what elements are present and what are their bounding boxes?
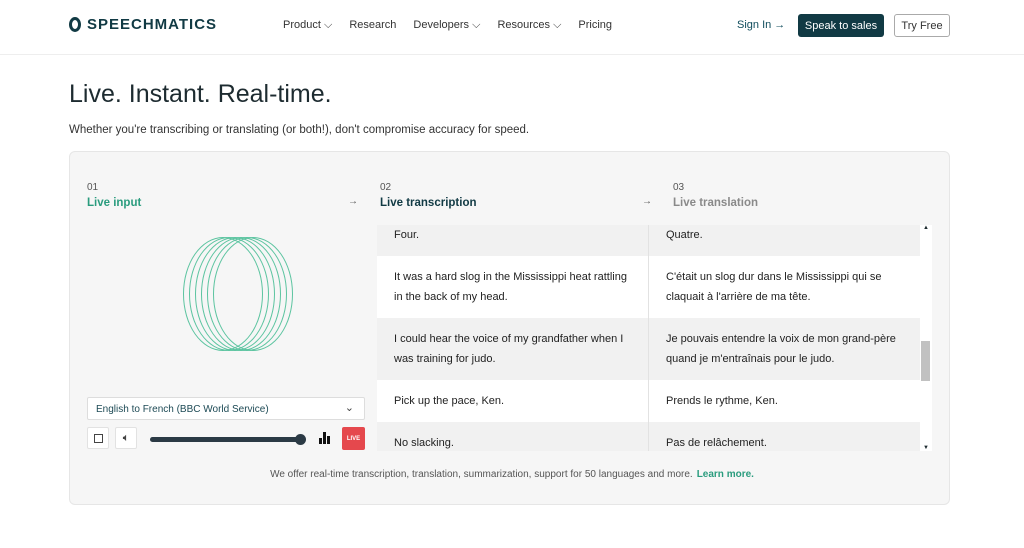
nav-developers[interactable]: Developers ⌵: [413, 19, 480, 32]
brand-name: SPEECHMATICS: [87, 16, 218, 33]
translation-cell: Prends le rythme, Ken.: [666, 395, 778, 407]
translation-cell: Quatre.: [666, 229, 703, 241]
brand-logo[interactable]: SPEECHMATICS: [69, 16, 217, 33]
scroll-down-icon[interactable]: ▼: [923, 445, 929, 451]
sign-in-link[interactable]: Sign In →: [737, 19, 785, 31]
translation-cell: C'était un slog dur dans le Mississippi …: [666, 271, 882, 303]
slider-handle[interactable]: [295, 434, 306, 445]
live-badge[interactable]: LIVE: [342, 427, 365, 450]
step-1-label: Live input: [87, 197, 142, 209]
transcription-cell: I could hear the voice of my grandfather…: [377, 318, 649, 380]
stop-button[interactable]: [87, 427, 109, 449]
step-3-number: 03: [673, 182, 685, 193]
footer-note: We offer real-time transcription, transl…: [0, 469, 1024, 480]
volume-button[interactable]: 🔈︎: [115, 427, 137, 449]
speak-to-sales-button[interactable]: Speak to sales: [798, 14, 884, 37]
page-title: Live. Instant. Real-time.: [69, 80, 332, 108]
step-2-number: 02: [380, 182, 392, 193]
stop-icon: [93, 433, 103, 443]
logo-icon: [69, 17, 81, 32]
transcript-row: I could hear the voice of my grandfather…: [377, 318, 920, 380]
transcript-table: Four. Quatre. It was a hard slog in the Mi…: [377, 225, 920, 451]
chevron-down-icon: ⌄: [344, 402, 354, 414]
arrow-right-icon: →: [642, 196, 652, 207]
step-1-number: 01: [87, 182, 99, 193]
step-3-label: Live translation: [673, 197, 758, 209]
nav-pricing[interactable]: Pricing: [578, 19, 612, 32]
arrow-right-icon: →: [348, 196, 358, 207]
transcript-row: Four. Quatre.: [377, 225, 920, 256]
source-value: English to French (BBC World Service): [96, 404, 269, 415]
nav-product[interactable]: Product ⌵: [283, 19, 332, 32]
transcription-cell: Four.: [377, 225, 649, 256]
volume-slider[interactable]: [150, 434, 306, 445]
page-subtitle: Whether you're transcribing or translati…: [69, 124, 530, 136]
transcript-row: Pick up the pace, Ken. Prends le rythme, …: [377, 380, 920, 422]
scrollbar[interactable]: ▲ ▼: [920, 225, 932, 451]
main-menu: Product ⌵ Research Developers ⌵ Resource…: [283, 19, 612, 32]
audio-levels-icon: [319, 432, 330, 444]
try-free-button[interactable]: Try Free: [894, 14, 950, 37]
nav-research[interactable]: Research: [349, 19, 396, 32]
top-nav: SPEECHMATICS Product ⌵ Research Develope…: [0, 0, 1024, 55]
footer-text: We offer real-time transcription, transl…: [270, 469, 693, 480]
translation-cell: Pas de relâchement.: [666, 437, 767, 449]
transcription-cell: Pick up the pace, Ken.: [377, 380, 649, 422]
transcription-cell: No slacking.: [377, 422, 649, 451]
source-select[interactable]: English to French (BBC World Service) ⌄: [87, 397, 365, 420]
transcript-row: It was a hard slog in the Mississippi he…: [377, 256, 920, 318]
speaker-icon: 🔈︎: [122, 431, 130, 444]
translation-cell: Je pouvais entendre la voix de mon grand…: [666, 333, 896, 365]
scroll-up-icon[interactable]: ▲: [923, 225, 929, 231]
scrollbar-thumb[interactable]: [921, 341, 930, 381]
transcription-cell: It was a hard slog in the Mississippi he…: [377, 256, 649, 318]
nav-resources[interactable]: Resources ⌵: [497, 19, 561, 32]
step-2-label: Live transcription: [380, 197, 477, 209]
transcript-row: No slacking. Pas de relâchement.: [377, 422, 920, 451]
learn-more-link[interactable]: Learn more.: [697, 469, 754, 480]
